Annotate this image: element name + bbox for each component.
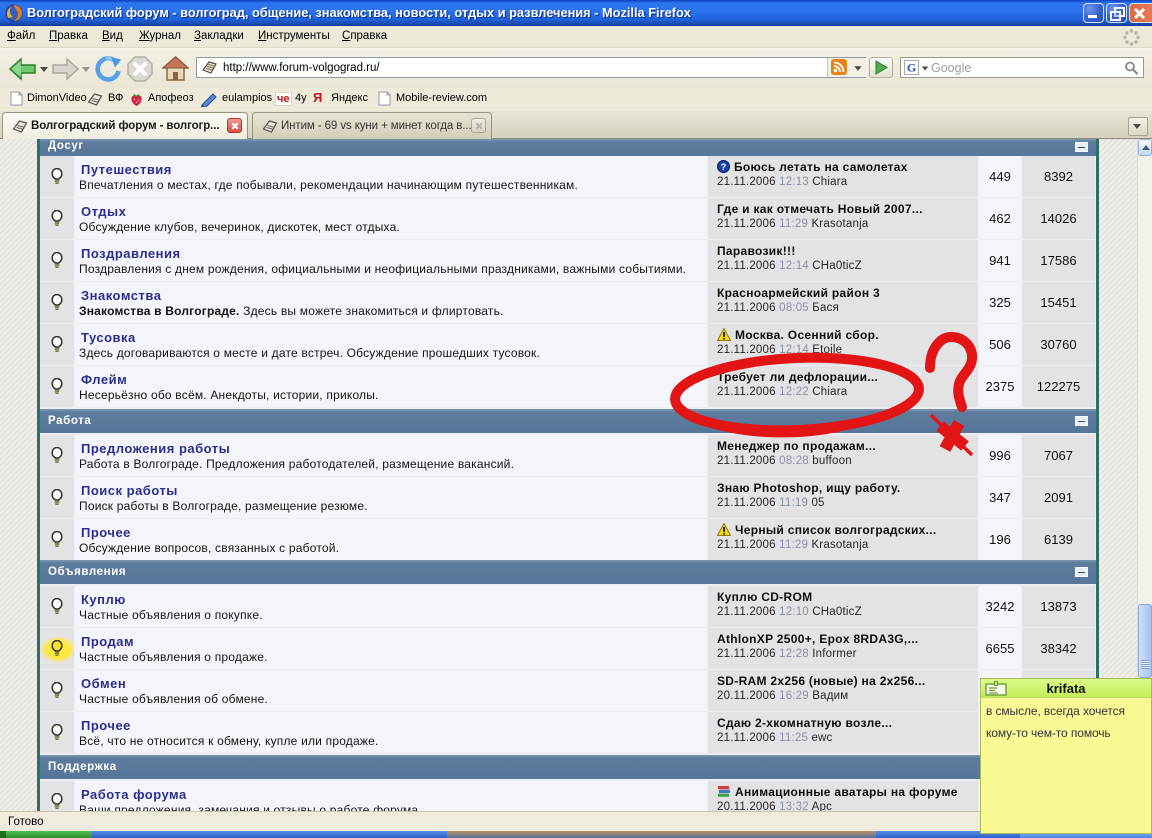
svg-text:G: G <box>907 61 916 75</box>
svg-text:?: ? <box>720 162 726 173</box>
